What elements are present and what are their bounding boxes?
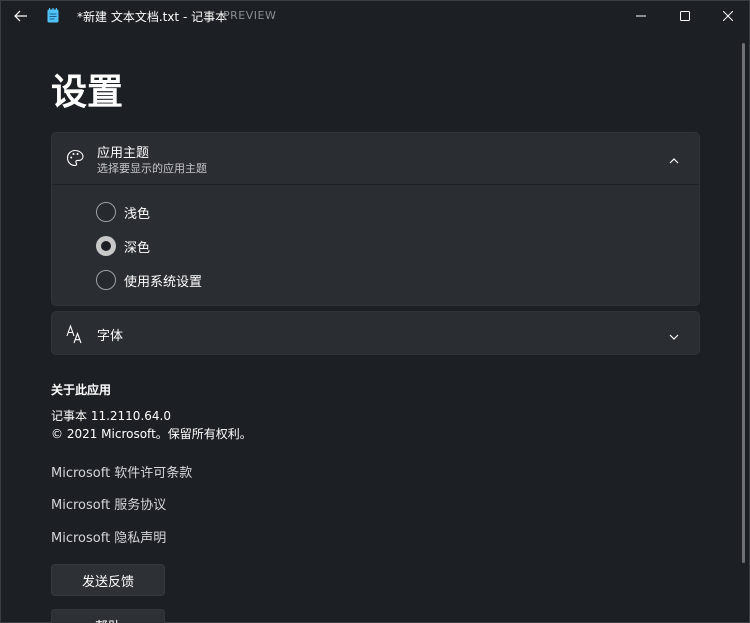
notepad-icon [47,8,59,23]
back-arrow-icon[interactable] [11,6,31,26]
preview-label: PREVIEW [223,9,277,22]
theme-settings-card: 应用主题 选择要显示的应用主题 浅色 深色 使用系统设置 [51,132,700,306]
copyright-text: © 2021 Microsoft。保留所有权利。 [51,427,252,441]
send-feedback-button[interactable]: 发送反馈 [51,564,165,596]
maximize-button[interactable] [662,1,708,31]
theme-option-system[interactable]: 使用系统设置 [96,268,202,292]
theme-card-header[interactable]: 应用主题 选择要显示的应用主题 [52,133,699,185]
maximize-icon [680,11,690,21]
theme-option-label: 浅色 [124,206,151,222]
chevron-up-icon [668,152,680,164]
theme-card-title: 应用主题 [97,146,150,161]
radio-button[interactable] [96,270,116,290]
chevron-down-icon [668,328,680,340]
vertical-scrollbar[interactable] [741,43,746,611]
minimize-button[interactable] [618,1,664,31]
theme-option-light[interactable]: 浅色 [96,200,150,224]
about-heading: 关于此应用 [51,383,112,397]
scrollbar-thumb[interactable] [742,43,745,563]
theme-option-label: 使用系统设置 [124,274,203,290]
radio-button-checked[interactable] [96,236,116,256]
license-terms-link[interactable]: Microsoft 软件许可条款 [51,462,192,481]
window-title: *新建 文本文档.txt - 记事本 [77,10,228,24]
font-settings-card[interactable]: 字体 [51,311,700,355]
close-icon [723,11,733,21]
notepad-settings-window: *新建 文本文档.txt - 记事本 PREVIEW 设置 应用主题 选择要显示… [0,0,750,623]
service-agreement-link[interactable]: Microsoft 服务协议 [51,494,166,513]
font-card-title: 字体 [97,329,124,344]
theme-option-dark[interactable]: 深色 [96,234,150,258]
font-icon [66,324,84,344]
close-button[interactable] [705,1,750,31]
palette-icon [66,149,84,167]
page-title: 设置 [51,72,124,113]
app-version: 记事本 11.2110.64.0 [51,409,171,423]
minimize-icon [636,15,646,17]
radio-button[interactable] [96,202,116,222]
title-bar: *新建 文本文档.txt - 记事本 PREVIEW [1,1,749,31]
help-button[interactable]: 帮助 [51,609,165,623]
privacy-statement-link[interactable]: Microsoft 隐私声明 [51,527,166,546]
theme-option-label: 深色 [124,240,151,256]
theme-card-subtitle: 选择要显示的应用主题 [97,162,207,175]
